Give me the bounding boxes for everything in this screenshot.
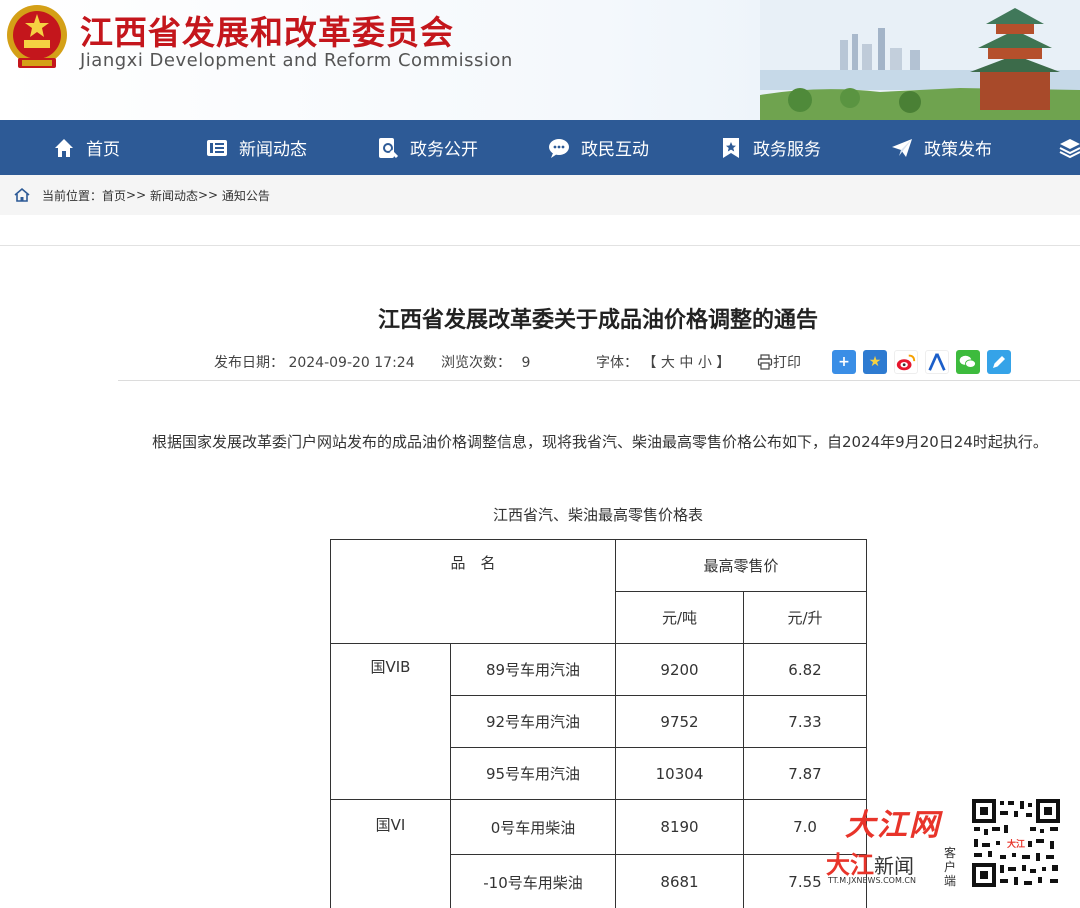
table-cell-ton: 8190 — [615, 799, 744, 855]
renren-glyph — [928, 353, 946, 371]
nav-label: 政民互动 — [581, 140, 649, 160]
nav-item-gov-affairs[interactable]: 政务公开 — [376, 120, 478, 175]
table-header-cell: 最高零售价 — [615, 539, 867, 592]
font-small-button[interactable]: 小 — [698, 355, 712, 371]
article-paragraph: 根据国家发展改革委门户网站发布的成品油价格调整信息，现将我省汽、柴油最高零售价格… — [152, 433, 1048, 451]
wechat-glyph — [959, 355, 976, 368]
table-cell-ton: 9752 — [615, 695, 744, 748]
home-icon — [14, 187, 30, 202]
price-table: 品 名 最高零售价 元/吨 元/升 国VIB 89号车用汽油 9200 6.82… — [330, 539, 867, 908]
font-large-button[interactable]: 大 — [661, 355, 675, 371]
view-count-value: 9 — [521, 355, 531, 371]
nav-item-news[interactable]: 新闻动态 — [205, 120, 307, 175]
breadcrumb: 当前位置： 首页 >> 新闻动态 >> 通知公告 — [0, 175, 1080, 215]
renren-icon[interactable] — [925, 350, 949, 374]
view-count: 浏览次数： 9 — [441, 352, 530, 372]
ad-logo-black: 新闻 — [874, 854, 914, 878]
breadcrumb-prefix: 当前位置： — [42, 188, 103, 203]
bookmark-star-icon — [723, 137, 739, 158]
chat-icon — [549, 138, 569, 158]
table-header-cell: 元/升 — [743, 591, 867, 644]
table-header-cell: 元/吨 — [615, 591, 744, 644]
layers-icon — [1059, 138, 1080, 158]
table-cell-name: 0号车用柴油 — [450, 799, 616, 855]
font-bracket-close: 】 — [716, 355, 731, 371]
site-header: 江西省发展和改革委员会 Jiangxi Development and Refo… — [0, 0, 1080, 120]
site-title: 江西省发展和改革委员会 — [80, 13, 454, 52]
pencil-glyph — [993, 356, 1005, 368]
nav-label: 政务服务 — [753, 140, 821, 160]
svg-text:大江: 大江 — [1007, 838, 1025, 849]
publish-date: 发布日期： 2024-09-20 17:24 — [214, 352, 415, 372]
table-caption: 江西省汽、柴油最高零售价格表 — [492, 506, 703, 524]
dajiang-news-logo[interactable]: 大江新闻 — [826, 845, 914, 880]
nav-item-policy[interactable]: 政策发布 — [890, 120, 992, 175]
weibo-icon[interactable] — [894, 350, 918, 374]
nav-label: 首页 — [86, 140, 120, 160]
table-cell-ton: 10304 — [615, 747, 744, 800]
nav-item-more[interactable] — [1058, 120, 1080, 175]
ad-client-label: 客户端 — [943, 846, 956, 888]
print-button[interactable]: 打印 — [757, 352, 801, 372]
table-cell-standard: 国VI — [330, 799, 451, 908]
table-row: 国VI 0号车用柴油 8190 7.0 — [330, 799, 867, 908]
print-label: 打印 — [773, 355, 801, 371]
wechat-icon[interactable] — [956, 350, 980, 374]
table-cell-ton: 8681 — [615, 854, 744, 908]
city-pavilion-banner — [760, 0, 1080, 120]
breadcrumb-separator: >> — [126, 188, 147, 202]
font-size-switcher: 字体： 【 大 中 小 】 — [596, 352, 730, 372]
nav-item-interaction[interactable]: 政民互动 — [547, 120, 649, 175]
table-cell-name: 95号车用汽油 — [450, 747, 616, 800]
qr-code-icon[interactable]: 大江 — [970, 797, 1062, 889]
star-share-icon[interactable]: ★ — [863, 350, 887, 374]
publish-date-label: 发布日期： — [214, 355, 284, 371]
breadcrumb-link-home[interactable]: 首页 — [102, 187, 126, 204]
breadcrumb-separator: >> — [197, 188, 219, 202]
weibo-glyph — [896, 354, 916, 371]
breadcrumb-link-notices[interactable]: 通知公告 — [222, 187, 270, 204]
plus-share-icon[interactable]: + — [832, 350, 856, 374]
table-row: 国VIB 89号车用汽油 9200 6.82 — [330, 643, 867, 800]
ad-url: TT.M.JXNEWS.COM.CN — [828, 876, 916, 885]
font-size-label: 字体： — [596, 355, 638, 371]
view-count-label: 浏览次数： — [441, 355, 511, 371]
home-icon — [55, 138, 73, 157]
table-cell-liter: 7.33 — [743, 695, 867, 748]
paper-plane-icon — [892, 138, 912, 157]
table-cell-name: -10号车用柴油 — [450, 854, 616, 908]
table-header-cell: 品 名 — [330, 539, 616, 644]
edit-icon[interactable] — [987, 350, 1011, 374]
divider — [0, 245, 1080, 246]
publish-date-value: 2024-09-20 17:24 — [288, 355, 415, 371]
table-header-row: 品 名 最高零售价 — [330, 539, 867, 644]
document-search-icon — [379, 137, 399, 158]
nav-label: 新闻动态 — [239, 140, 307, 160]
nav-label: 政务公开 — [410, 140, 478, 160]
font-bracket-open: 【 — [642, 355, 657, 371]
nav-item-home[interactable]: 首页 — [52, 120, 120, 175]
dajiang-logo[interactable]: 大江网 — [845, 800, 941, 844]
table-cell-name: 89号车用汽油 — [450, 643, 616, 696]
table-cell-liter: 6.82 — [743, 643, 867, 696]
font-medium-button[interactable]: 中 — [679, 355, 693, 371]
breadcrumb-link-news[interactable]: 新闻动态 — [150, 187, 198, 204]
national-emblem-icon — [7, 5, 67, 68]
nav-label: 政策发布 — [924, 140, 992, 160]
article-title: 江西省发展改革委关于成品油价格调整的通告 — [377, 308, 818, 333]
news-icon — [207, 139, 227, 156]
table-cell-name: 92号车用汽油 — [450, 695, 616, 748]
main-nav: 首页 新闻动态 政务公开 政民互动 政务服务 政策发布 — [0, 120, 1080, 175]
meta-divider — [118, 380, 1080, 381]
printer-icon — [757, 354, 773, 370]
table-cell-liter: 7.87 — [743, 747, 867, 800]
table-cell-standard: 国VIB — [330, 643, 451, 800]
table-cell-ton: 9200 — [615, 643, 744, 696]
ad-logo-red: 大江 — [826, 851, 874, 879]
nav-item-services[interactable]: 政务服务 — [719, 120, 821, 175]
site-subtitle: Jiangxi Development and Reform Commissio… — [80, 50, 513, 71]
